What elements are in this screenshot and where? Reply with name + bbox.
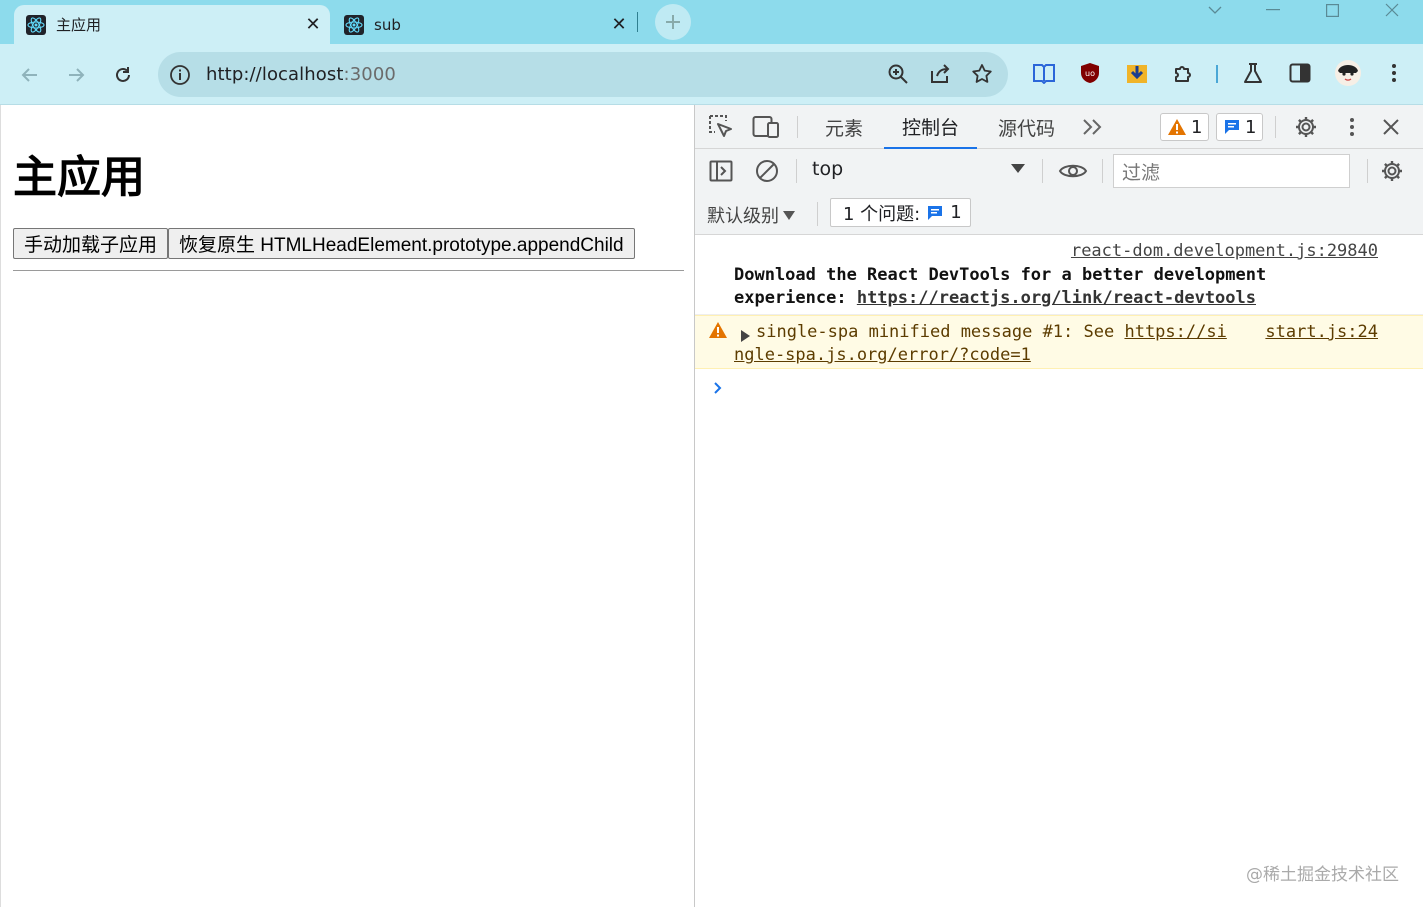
log-levels-label: 默认级别 [707, 206, 779, 227]
side-panel-icon[interactable] [1287, 60, 1313, 86]
console-prompt-chevron-icon[interactable] [713, 379, 723, 400]
devtools-tab-elements[interactable]: 元素 [825, 105, 863, 149]
back-icon[interactable] [13, 58, 47, 92]
single-spa-error-link[interactable]: https://si [1124, 322, 1226, 342]
message-icon [928, 205, 943, 220]
tab-close-icon[interactable]: ✕ [302, 14, 324, 36]
context-dropdown-icon[interactable] [1011, 164, 1025, 173]
zoom-icon[interactable] [886, 62, 910, 90]
message-source-link[interactable]: start.js:24 [1265, 321, 1378, 344]
message-text: experience: https://reactjs.org/link/rea… [734, 288, 1256, 308]
tab-search-icon[interactable] [1192, 0, 1238, 20]
react-favicon-icon [26, 14, 46, 35]
close-devtools-icon[interactable] [1377, 113, 1405, 141]
page-heading: 主应用 [13, 152, 145, 203]
restore-appendchild-button[interactable]: 恢复原生 HTMLHeadElement.prototype.appendChi… [168, 228, 635, 259]
context-selector[interactable]: top [812, 158, 843, 180]
site-info-icon[interactable] [168, 63, 192, 87]
settings-gear-icon[interactable] [1292, 113, 1320, 141]
maximize-icon[interactable] [1309, 0, 1355, 20]
message-icon [1225, 120, 1239, 134]
live-expression-eye-icon[interactable] [1058, 157, 1088, 185]
page-content: 主应用 手动加载子应用 恢复原生 HTMLHeadElement.prototy… [0, 105, 694, 907]
devtools-tabbar: 元素 控制台 源代码 1 1 [695, 105, 1423, 149]
warnings-badge[interactable]: 1 [1160, 113, 1210, 141]
bookmark-star-icon[interactable] [970, 62, 994, 90]
minimize-icon[interactable] [1250, 0, 1296, 20]
messages-count: 1 [1245, 116, 1257, 138]
tab-strip: 主应用 ✕ sub ✕ [0, 0, 1423, 44]
devtools-tab-sources[interactable]: 源代码 [998, 105, 1055, 149]
forward-icon[interactable] [59, 58, 93, 92]
messages-badge[interactable]: 1 [1216, 113, 1264, 141]
console-messages: react-dom.development.js:29840 Download … [695, 236, 1423, 394]
address-bar[interactable]: http://localhost:3000 [158, 52, 1008, 97]
download-extension-icon[interactable] [1124, 60, 1150, 86]
devtools-panel: 元素 控制台 源代码 1 1 top 过滤 默认级别 1 个问题: 1 reac… [694, 105, 1423, 907]
menu-kebab-icon[interactable] [1381, 60, 1407, 86]
console-toolbar: top 过滤 [695, 149, 1423, 192]
issues-button[interactable]: 1 个问题: 1 [830, 198, 971, 227]
message-text: Download the React DevTools for a better… [734, 265, 1267, 285]
close-window-icon[interactable] [1369, 0, 1415, 20]
tab-title: sub [374, 15, 401, 34]
new-tab-button[interactable] [655, 4, 691, 40]
tab-sub[interactable]: sub ✕ [332, 5, 636, 44]
single-spa-error-link[interactable]: ngle-spa.js.org/error/?code=1 [734, 345, 1031, 365]
browser-toolbar: http://localhost:3000 uo [0, 44, 1423, 105]
react-favicon-icon [344, 14, 364, 35]
message-text: single-spa minified message #1: See http… [756, 322, 1227, 342]
url-text: http://localhost:3000 [206, 64, 396, 85]
load-subapp-button[interactable]: 手动加载子应用 [13, 228, 169, 259]
inspect-element-icon[interactable] [707, 113, 735, 141]
devtools-tab-console[interactable]: 控制台 [884, 105, 978, 149]
share-icon[interactable] [928, 62, 952, 90]
reload-icon[interactable] [106, 58, 140, 92]
plus-icon [666, 15, 680, 29]
toolbar-separator [1216, 65, 1218, 83]
divider [13, 270, 684, 271]
warning-icon [1168, 119, 1186, 135]
profile-avatar[interactable] [1334, 59, 1362, 87]
filter-input[interactable]: 过滤 [1113, 154, 1350, 188]
labs-flask-icon[interactable] [1240, 60, 1266, 86]
console-message: react-dom.development.js:29840 Download … [695, 236, 1423, 315]
message-text: ngle-spa.js.org/error/?code=1 [734, 344, 1031, 367]
react-devtools-link[interactable]: https://reactjs.org/link/react-devtools [857, 288, 1256, 308]
extensions-puzzle-icon[interactable] [1171, 60, 1197, 86]
tab-separator [637, 12, 638, 32]
issues-label: 1 个问题: [843, 203, 921, 225]
watermark: @稀土掘金技术社区 [1246, 865, 1399, 885]
tab-title: 主应用 [56, 16, 102, 34]
device-toolbar-icon[interactable] [752, 113, 780, 141]
clear-console-icon[interactable] [753, 157, 781, 185]
svg-text:uo: uo [1085, 69, 1095, 78]
warning-icon [708, 321, 728, 346]
console-levels-bar: 默认级别 1 个问题: 1 [695, 192, 1423, 235]
tab-close-icon[interactable]: ✕ [608, 14, 630, 36]
log-levels-dropdown[interactable]: 默认级别 [707, 202, 795, 228]
ublock-extension-icon[interactable]: uo [1077, 60, 1103, 86]
devtools-menu-icon[interactable] [1338, 113, 1366, 141]
console-settings-gear-icon[interactable] [1378, 157, 1406, 185]
more-tabs-chevron-icon[interactable] [1079, 113, 1107, 141]
console-warning-message: single-spa minified message #1: See http… [695, 315, 1423, 369]
warnings-count: 1 [1191, 116, 1203, 138]
issues-count: 1 [950, 202, 962, 223]
reader-extension-icon[interactable] [1031, 60, 1057, 86]
dropdown-arrow-icon [783, 210, 795, 220]
sidebar-toggle-icon[interactable] [707, 157, 735, 185]
message-source-link[interactable]: react-dom.development.js:29840 [1071, 240, 1378, 263]
tab-main-app[interactable]: 主应用 ✕ [14, 5, 330, 44]
